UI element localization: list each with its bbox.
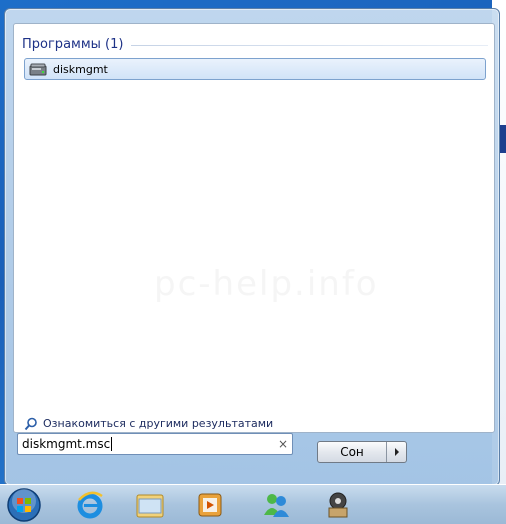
result-item-diskmgmt[interactable]: diskmgmt	[24, 58, 486, 80]
start-menu: Программы (1) diskmgmt pc-help.info Озна…	[4, 8, 500, 486]
file-explorer-icon[interactable]	[130, 487, 170, 523]
clear-search-icon[interactable]: ×	[274, 437, 292, 451]
disk-management-icon	[29, 62, 47, 76]
messenger-icon[interactable]	[256, 487, 296, 523]
chevron-right-icon	[394, 448, 399, 456]
group-divider	[131, 44, 488, 46]
group-title: Программы (1)	[22, 36, 124, 52]
sleep-button[interactable]: Сон	[318, 442, 386, 462]
result-label: diskmgmt	[53, 62, 108, 76]
start-orb-icon[interactable]	[4, 487, 44, 523]
shutdown-options-button[interactable]	[386, 442, 406, 462]
search-input-value: diskmgmt.msc	[22, 436, 113, 452]
see-more-results-link[interactable]: Ознакомиться с другими результатами	[24, 416, 274, 431]
more-results-label: Ознакомиться с другими результатами	[43, 416, 274, 430]
desktop-fragment	[500, 125, 506, 153]
results-group-header: Программы (1)	[22, 34, 488, 54]
text-caret	[111, 437, 113, 452]
internet-explorer-icon[interactable]	[70, 487, 110, 523]
search-results-pane: Программы (1) diskmgmt pc-help.info Озна…	[13, 23, 495, 433]
search-icon	[24, 416, 38, 431]
watermark: pc-help.info	[154, 264, 379, 304]
app-launcher-icon[interactable]	[318, 487, 358, 523]
media-player-icon[interactable]	[190, 487, 230, 523]
search-input[interactable]: diskmgmt.msc ×	[17, 433, 293, 455]
taskbar	[0, 484, 506, 524]
shutdown-button-group: Сон	[317, 441, 407, 463]
